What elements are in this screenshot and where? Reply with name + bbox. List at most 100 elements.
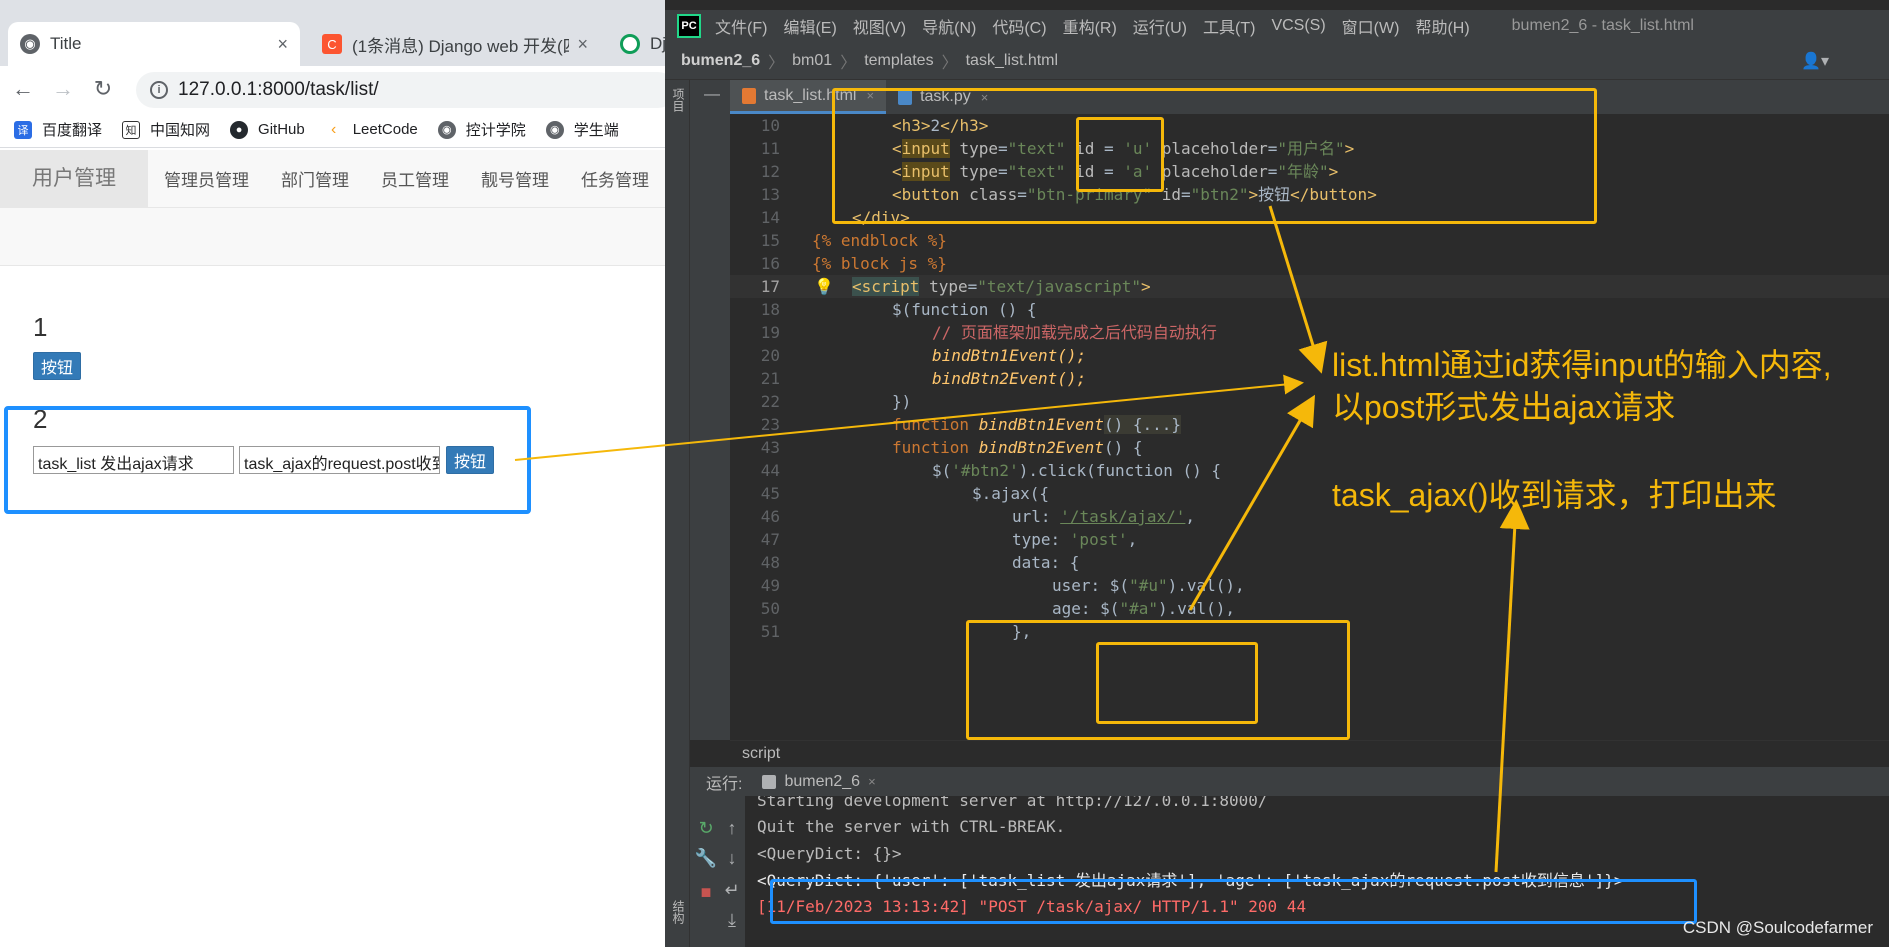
bookmarks-bar: 译百度翻译 知中国知网 ● GitHub ‹ LeetCode ◉ 控计学院 ◉ 学生端 — [0, 112, 665, 148]
browser-tab-strip: ◉ Title × C (1条消息) Django web 开发(四) × Dj — [0, 0, 665, 66]
code-line: 47 type: 'post', — [760, 530, 1138, 549]
site-brand[interactable]: 用户管理系统 — [0, 149, 148, 248]
code-line: 50 age: $("#a").val(), — [760, 599, 1236, 618]
browser-window: ◉ Title × C (1条消息) Django web 开发(四) × Dj… — [0, 0, 665, 947]
bookmark-item[interactable]: ● GitHub — [230, 120, 305, 139]
bookmark-item[interactable]: 知中国知网 — [122, 119, 210, 140]
project-tool-tab[interactable]: 项目 — [667, 88, 687, 112]
nav-department[interactable]: 部门管理 — [281, 166, 349, 191]
site-navbar: 用户管理系统 管理员管理 部门管理 员工管理 靓号管理 任务管理 — [0, 149, 665, 248]
bookmark-item[interactable]: 译百度翻译 — [14, 119, 102, 140]
info-icon[interactable]: i — [150, 81, 168, 99]
code-line: 48 data: { — [760, 553, 1080, 572]
page-content: 1 按钮 2 task_list 发出ajax请求 task_ajax的requ… — [0, 266, 665, 947]
code-line: 23 function bindBtn1Event() {...} — [760, 415, 1181, 434]
annotation-note-1b: 以post形式发出ajax请求 — [1332, 389, 1676, 425]
lightbulb-icon[interactable]: 💡 — [814, 275, 834, 298]
project-panel-collapsed: — — [690, 80, 730, 740]
highlight-box-inputs — [832, 88, 1597, 224]
tab-title-text: (1条消息) Django web 开发(四) — [352, 36, 570, 56]
wrench-icon[interactable]: 🔧 — [694, 848, 718, 869]
code-line: 15 {% endblock %} — [760, 231, 947, 250]
crumb-app[interactable]: bm01 — [792, 52, 832, 70]
close-tab-icon[interactable]: × — [269, 34, 288, 55]
code-line-current: 17 💡 <script type="text/javascript"> — [730, 275, 1889, 298]
forward-icon[interactable]: → — [46, 76, 80, 102]
arrow-down-icon[interactable]: ↓ — [720, 848, 744, 869]
github-icon: ● — [230, 120, 249, 139]
rerun-icon[interactable]: ↻ — [694, 818, 718, 839]
menu-view[interactable]: 视图(V) — [853, 14, 906, 38]
run-toolbar: ↻ ↑ 🔧 ↓ ■ ↵ ⤓ — [690, 796, 745, 947]
code-line: 16 {% block js %} — [760, 254, 947, 273]
address-bar[interactable]: i 127.0.0.1:8000/task/list/ — [136, 72, 665, 108]
chevron-right-icon: 〉 — [840, 54, 857, 72]
console-line: Starting development server at http://12… — [757, 796, 1268, 810]
globe-icon: ◉ — [545, 120, 564, 139]
close-tab-icon[interactable]: × — [569, 34, 588, 55]
menu-refactor[interactable]: 重构(R) — [1063, 14, 1117, 38]
structure-tool-tab[interactable]: 结构 — [667, 900, 687, 924]
screenshot-root: ◉ Title × C (1条消息) Django web 开发(四) × Dj… — [0, 0, 1889, 947]
django-run-icon — [762, 774, 777, 789]
menu-navigate[interactable]: 导航(N) — [922, 14, 976, 38]
tab-title-text: Dj — [650, 34, 665, 53]
csdn-icon: C — [322, 34, 342, 54]
menu-help[interactable]: 帮助(H) — [1415, 14, 1469, 38]
menu-file[interactable]: 文件(F) — [715, 14, 767, 38]
nav-pretty-number[interactable]: 靓号管理 — [481, 166, 549, 191]
browser-tab-django[interactable]: Dj — [608, 22, 665, 66]
section1-heading: 1 — [33, 312, 48, 342]
close-icon[interactable]: × — [868, 774, 876, 789]
chevron-right-icon: 〉 — [941, 54, 958, 72]
address-text: 127.0.0.1:8000/task/list/ — [178, 79, 379, 100]
console-line: Quit the server with CTRL-BREAK. — [757, 817, 1066, 836]
highlight-box-console — [770, 879, 1697, 924]
bookmark-item[interactable]: ‹ LeetCode — [324, 120, 418, 139]
menu-run[interactable]: 运行(U) — [1133, 14, 1187, 38]
translate-icon: 译 — [14, 120, 32, 139]
annotation-note-1: list.html通过id获得input的输入内容, — [1332, 347, 1832, 383]
crumb-project[interactable]: bumen2_6 — [681, 52, 760, 70]
user-icon[interactable]: 👤▾ — [1801, 51, 1829, 71]
minimize-icon[interactable]: — — [704, 86, 720, 104]
nav-employee[interactable]: 员工管理 — [381, 166, 449, 191]
ide-left-toolstrip: 项目 结构 — [665, 80, 690, 947]
browser-tab-csdn[interactable]: C (1条消息) Django web 开发(四) × — [310, 22, 600, 66]
btn1-button[interactable]: 按钮 — [33, 352, 82, 380]
bookmark-item[interactable]: ◉ 学生端 — [545, 119, 619, 140]
stop-icon[interactable]: ■ — [694, 882, 718, 903]
highlight-box — [4, 406, 531, 514]
globe-icon: ◉ — [20, 34, 40, 54]
menu-tools[interactable]: 工具(T) — [1203, 14, 1255, 38]
highlight-box-selectors — [1096, 642, 1258, 724]
code-line: 22}) — [760, 392, 912, 411]
window-title: bumen2_6 - task_list.html — [1511, 17, 1694, 34]
nav-admin[interactable]: 管理员管理 — [164, 166, 249, 191]
arrow-up-icon[interactable]: ↑ — [720, 818, 744, 839]
nav-task[interactable]: 任务管理 — [581, 166, 649, 191]
tab-title-text: Title — [50, 34, 82, 53]
globe-icon: ◉ — [437, 120, 456, 139]
code-line: 18 $(function () { — [760, 300, 1037, 319]
reload-icon[interactable]: ↻ — [86, 76, 120, 102]
menu-code[interactable]: 代码(C) — [992, 14, 1046, 38]
scroll-to-end-icon[interactable]: ⤓ — [720, 910, 744, 931]
highlight-box-ids — [1076, 117, 1164, 192]
crumb-file[interactable]: task_list.html — [966, 52, 1058, 70]
browser-tab-title[interactable]: ◉ Title × — [8, 22, 300, 66]
cnki-icon: 知 — [122, 120, 141, 139]
back-icon[interactable]: ← — [6, 76, 40, 102]
django-icon — [620, 34, 640, 54]
menu-edit[interactable]: 编辑(E) — [783, 14, 836, 38]
crumb-folder[interactable]: templates — [864, 52, 933, 70]
run-config-tab[interactable]: bumen2_6 — [784, 773, 860, 791]
menu-vcs[interactable]: VCS(S) — [1271, 17, 1325, 35]
annotation-note-2: task_ajax()收到请求，打印出来 — [1332, 477, 1777, 513]
menu-window[interactable]: 窗口(W) — [1342, 14, 1400, 38]
console-line: <QueryDict: {}> — [757, 844, 902, 863]
bookmark-item[interactable]: ◉ 控计学院 — [437, 119, 526, 140]
csdn-watermark: CSDN @Soulcodefarmer — [1682, 918, 1873, 937]
leetcode-icon: ‹ — [324, 120, 343, 139]
soft-wrap-icon[interactable]: ↵ — [720, 880, 744, 901]
